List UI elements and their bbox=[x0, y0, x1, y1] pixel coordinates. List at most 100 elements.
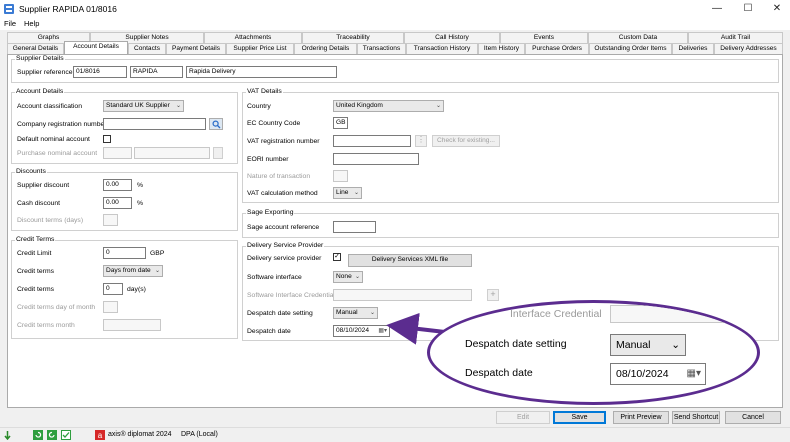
country-value: United Kingdom bbox=[336, 102, 383, 109]
tab-payment-details[interactable]: Payment Details bbox=[166, 43, 226, 54]
supplier-discount-field[interactable]: 0.00 bbox=[103, 179, 132, 191]
check-for-existing-button[interactable]: Check for existing... bbox=[432, 135, 500, 147]
discount-terms-field[interactable] bbox=[103, 214, 118, 226]
chevron-down-icon: ⌄ bbox=[154, 268, 160, 274]
sage-account-reference-label: Sage account reference bbox=[247, 224, 320, 231]
vat-calculation-label: VAT calculation method bbox=[247, 190, 318, 197]
database-name: DPA (Local) bbox=[181, 431, 218, 438]
tab-custom-data[interactable]: Custom Data bbox=[588, 32, 688, 43]
vat-calculation-select[interactable]: Line ⌄ bbox=[333, 187, 362, 199]
software-interface-credential-field[interactable] bbox=[333, 289, 472, 301]
software-interface-value: None bbox=[336, 273, 352, 280]
vat-options-button[interactable]: ⋮ bbox=[415, 135, 427, 147]
chevron-down-icon: ⌄ bbox=[175, 103, 181, 109]
tab-item-history[interactable]: Item History bbox=[478, 43, 525, 54]
despatch-date-value: 08/10/2024 bbox=[336, 327, 370, 334]
tab-deliveries[interactable]: Deliveries bbox=[672, 43, 714, 54]
add-credential-button[interactable]: + bbox=[487, 289, 499, 301]
purchase-nominal-name-field[interactable] bbox=[134, 147, 210, 159]
refresh-icon[interactable] bbox=[33, 430, 43, 440]
default-nominal-checkbox[interactable] bbox=[103, 135, 111, 143]
despatch-date-field[interactable]: 08/10/2024 ▦▾ bbox=[333, 325, 390, 337]
supplier-details-title: Supplier Details bbox=[15, 55, 65, 62]
tab-transaction-history[interactable]: Transaction History bbox=[406, 43, 478, 54]
supplier-discount-label: Supplier discount bbox=[17, 182, 70, 189]
tab-delivery-addresses[interactable]: Delivery Addresses bbox=[714, 43, 783, 54]
ec-country-code-field[interactable]: GB bbox=[333, 117, 348, 129]
country-select[interactable]: United Kingdom ⌄ bbox=[333, 100, 444, 112]
supplier-reference-field[interactable]: 01/8016 bbox=[73, 66, 127, 78]
zoom-despatch-setting-label: Despatch date setting bbox=[465, 338, 567, 350]
discount-terms-label: Discount terms (days) bbox=[17, 217, 84, 224]
edit-button[interactable]: Edit bbox=[496, 411, 550, 424]
credit-terms-select[interactable]: Days from date ⌄ bbox=[103, 265, 163, 277]
tab-outstanding-order-items[interactable]: Outstanding Order Items bbox=[589, 43, 672, 54]
title-bar: Supplier RAPIDA 01/8016 — ☐ ✕ bbox=[0, 0, 790, 18]
purchase-nominal-code-field[interactable] bbox=[103, 147, 132, 159]
print-preview-button[interactable]: Print Preview bbox=[613, 411, 669, 424]
supplier-full-name-field[interactable]: Rapida Delivery bbox=[186, 66, 337, 78]
credit-terms-days-field[interactable]: 0 bbox=[103, 283, 123, 295]
calendar-icon: ▦▾ bbox=[378, 328, 387, 334]
nature-of-transaction-field[interactable] bbox=[333, 170, 348, 182]
minimize-button[interactable]: — bbox=[702, 0, 732, 18]
company-registration-field[interactable] bbox=[103, 118, 206, 130]
company-search-button[interactable] bbox=[209, 118, 223, 130]
maximize-button[interactable]: ☐ bbox=[733, 0, 763, 18]
software-interface-label: Software interface bbox=[247, 274, 302, 281]
credit-terms-dom-label: Credit terms day of month bbox=[17, 304, 96, 311]
credit-terms-value: Days from date bbox=[106, 267, 151, 274]
sage-account-reference-field[interactable] bbox=[333, 221, 376, 233]
reload-icon[interactable] bbox=[47, 430, 57, 440]
delivery-services-xml-button[interactable]: Delivery Services XML file bbox=[348, 254, 472, 267]
cash-discount-label: Cash discount bbox=[17, 200, 61, 207]
close-button[interactable]: ✕ bbox=[762, 0, 790, 18]
tab-call-history[interactable]: Call History bbox=[404, 32, 500, 43]
tab-purchase-orders[interactable]: Purchase Orders bbox=[525, 43, 589, 54]
credit-terms-label: Credit terms bbox=[17, 268, 55, 275]
tab-traceability[interactable]: Traceability bbox=[302, 32, 404, 43]
vat-registration-field[interactable] bbox=[333, 135, 411, 147]
delivery-service-provider-checkbox[interactable]: ✓ bbox=[333, 253, 341, 261]
sage-exporting-title: Sage Exporting bbox=[246, 209, 295, 216]
tab-account-details[interactable]: Account Details bbox=[64, 41, 128, 54]
credit-limit-field[interactable]: 0 bbox=[103, 247, 146, 259]
calendar-icon: ▦▾ bbox=[686, 368, 701, 379]
account-classification-select[interactable]: Standard UK Supplier ⌄ bbox=[103, 100, 184, 112]
zoom-despatch-setting-value: Manual bbox=[616, 339, 651, 351]
axis-logo-icon: a bbox=[95, 430, 105, 440]
cancel-button[interactable]: Cancel bbox=[725, 411, 781, 424]
tab-contacts[interactable]: Contacts bbox=[128, 43, 166, 54]
menu-file[interactable]: File bbox=[4, 19, 16, 28]
eori-number-field[interactable] bbox=[333, 153, 419, 165]
menu-help[interactable]: Help bbox=[24, 19, 39, 28]
chevron-down-icon: ⌄ bbox=[671, 339, 680, 351]
software-interface-select[interactable]: None ⌄ bbox=[333, 271, 363, 283]
zoom-credential-field bbox=[610, 305, 745, 323]
credit-terms-month-field[interactable] bbox=[103, 319, 161, 331]
save-button[interactable]: Save bbox=[553, 411, 606, 424]
sage-exporting-group bbox=[242, 213, 779, 238]
tab-transactions[interactable]: Transactions bbox=[357, 43, 406, 54]
delivery-service-title: Delivery Service Provider bbox=[246, 242, 325, 249]
supplier-short-name-field[interactable]: RAPIDA bbox=[130, 66, 183, 78]
nature-of-transaction-label: Nature of transaction bbox=[247, 173, 311, 180]
send-shortcut-button[interactable]: Send Shortcut bbox=[672, 411, 720, 424]
credit-terms-dom-field[interactable] bbox=[103, 301, 118, 313]
tab-general-details[interactable]: General Details bbox=[7, 43, 64, 54]
credit-terms-days-unit: day(s) bbox=[127, 286, 146, 293]
vat-details-title: VAT Details bbox=[246, 88, 283, 95]
despatch-date-setting-select[interactable]: Manual ⌄ bbox=[333, 307, 378, 319]
pin-icon[interactable] bbox=[3, 430, 12, 440]
zoom-callout: Interface Credential Despatch date setti… bbox=[427, 300, 760, 405]
cash-discount-field[interactable]: 0.00 bbox=[103, 197, 132, 209]
tab-ordering-details[interactable]: Ordering Details bbox=[294, 43, 357, 54]
tab-supplier-price-list[interactable]: Supplier Price List bbox=[226, 43, 294, 54]
tab-events[interactable]: Events bbox=[500, 32, 588, 43]
checklist-icon[interactable] bbox=[61, 430, 71, 440]
tab-audit-trail[interactable]: Audit Trail bbox=[688, 32, 783, 43]
purchase-nominal-lookup-button[interactable] bbox=[213, 147, 223, 159]
credit-limit-currency: GBP bbox=[150, 250, 165, 257]
tab-attachments[interactable]: Attachments bbox=[204, 32, 302, 43]
company-registration-label: Company registration number bbox=[17, 121, 107, 128]
